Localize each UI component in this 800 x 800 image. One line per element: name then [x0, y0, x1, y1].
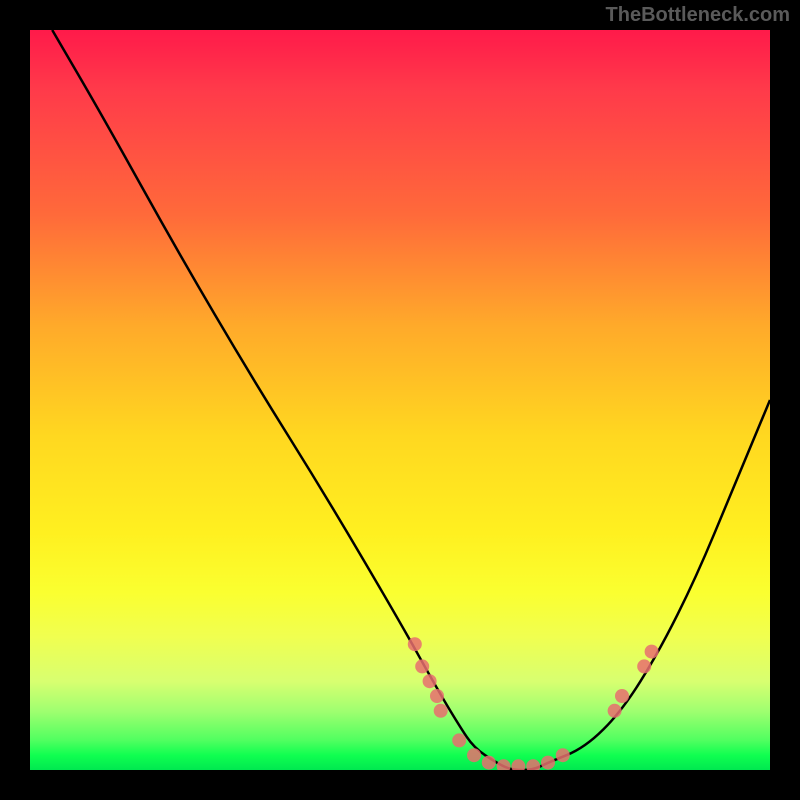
curve-path	[52, 30, 770, 770]
data-marker	[526, 759, 540, 770]
data-marker	[608, 704, 622, 718]
data-marker	[434, 704, 448, 718]
data-marker	[408, 637, 422, 651]
data-marker	[497, 759, 511, 770]
data-marker	[637, 659, 651, 673]
chart-svg	[30, 30, 770, 770]
data-marker	[467, 748, 481, 762]
data-marker	[482, 756, 496, 770]
data-marker	[415, 659, 429, 673]
bottleneck-curve-line	[52, 30, 770, 770]
data-marker	[511, 759, 525, 770]
watermark-text: TheBottleneck.com	[606, 4, 790, 27]
data-marker	[430, 689, 444, 703]
chart-plot-area	[30, 30, 770, 770]
data-marker	[645, 645, 659, 659]
data-marker	[423, 674, 437, 688]
data-marker	[452, 733, 466, 747]
data-marker	[615, 689, 629, 703]
data-marker	[556, 748, 570, 762]
data-marker	[541, 756, 555, 770]
